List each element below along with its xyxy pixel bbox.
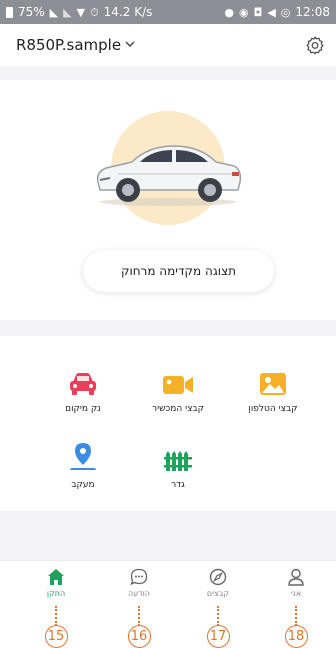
- location-status-icon: ●: [224, 5, 235, 19]
- battery-percent: 75%: [18, 5, 45, 19]
- nav-item-device[interactable]: התקן: [26, 567, 86, 598]
- photo-icon: [260, 373, 286, 395]
- whatsapp-status-icon: ◎: [280, 5, 291, 19]
- callout-marker: 17: [203, 606, 233, 648]
- grid-item-label: גדר: [171, 480, 185, 490]
- signal-icon: ◣: [49, 5, 59, 19]
- message-icon: [130, 568, 148, 586]
- nav-label: התקן: [46, 589, 66, 598]
- grid-item-label: קבצי המכשיר: [151, 404, 205, 414]
- chevron-down-icon: [125, 40, 135, 51]
- video-camera-icon: [163, 376, 193, 394]
- grid-item-tracking[interactable]: מעקב: [38, 438, 128, 498]
- location-pin-icon: [70, 443, 96, 470]
- feature-grid: קבצי הטלפון קבצי המכשיר נק מיקום גדר מעק…: [0, 336, 336, 511]
- settings-button[interactable]: [304, 34, 326, 56]
- callout-marker: 18: [281, 606, 311, 648]
- compass-icon: [209, 568, 227, 586]
- clock: 12:08: [295, 5, 330, 19]
- battery-icon: [6, 6, 13, 18]
- grid-item-label: נק מיקום: [65, 404, 101, 414]
- alarm-icon: ⏱: [90, 5, 99, 19]
- grid-item-label: קבצי הטלפון: [248, 404, 298, 414]
- callout-leader: [55, 606, 57, 626]
- car-icon: [70, 373, 96, 395]
- person-icon: [288, 568, 304, 586]
- gear-icon: [306, 36, 324, 55]
- wifi-icon: ▼: [76, 5, 86, 19]
- status-right: ● ◉ ◘ ◀ ◎ 12:08: [224, 5, 330, 19]
- bottom-spacer: [0, 511, 336, 560]
- nav-item-messages[interactable]: הודעה: [109, 567, 169, 598]
- divider-band: [0, 320, 336, 336]
- app-notification-icon: ◉: [239, 5, 249, 19]
- grid-item-label: מעקב: [71, 480, 95, 490]
- nav-item-files[interactable]: קבצים: [188, 567, 248, 598]
- remote-preview-button[interactable]: תצוגה מקדימה מרחוק: [83, 250, 274, 292]
- home-icon: [48, 569, 64, 585]
- nav-label: אני: [290, 589, 302, 598]
- send-status-icon: ◀: [267, 5, 276, 19]
- device-name-label: R850P.sample: [16, 36, 122, 54]
- signal-muted-icon: ◣: [63, 5, 72, 19]
- grid-item-phone-files[interactable]: קבצי הטלפון: [228, 362, 318, 422]
- car-illustration: [96, 145, 242, 206]
- divider-band: [0, 66, 336, 80]
- app-header: R850P.sample: [0, 24, 336, 66]
- callout-leader: [295, 606, 297, 626]
- grid-item-parking[interactable]: נק מיקום: [38, 362, 128, 422]
- callout-badge: 17: [206, 625, 230, 648]
- callout-badge: 18: [284, 625, 308, 648]
- device-selector[interactable]: R850P.sample: [16, 36, 135, 54]
- callout-leader: [217, 606, 219, 626]
- callout-marker: 15: [41, 606, 71, 648]
- device-hero: תצוגה מקדימה מרחוק: [0, 80, 336, 320]
- callout-badge: 15: [44, 625, 68, 648]
- nav-label: הודעה: [127, 589, 150, 598]
- status-left: 75% ◣ ◣ ▼ ⏱ 14.2 K/s: [6, 5, 152, 19]
- callout-leader: [138, 606, 140, 626]
- status-bar: 75% ◣ ◣ ▼ ⏱ 14.2 K/s ● ◉ ◘ ◀ ◎ 12:08: [0, 0, 336, 24]
- callout-badge: 16: [127, 625, 151, 648]
- grid-item-fence[interactable]: גדר: [133, 438, 223, 498]
- fence-icon: [164, 451, 192, 471]
- nav-item-me[interactable]: אני: [266, 567, 326, 598]
- callout-marker: 16: [124, 606, 154, 648]
- nav-label: קבצים: [206, 589, 230, 598]
- lock-status-icon: ◘: [253, 5, 263, 19]
- grid-item-device-files[interactable]: קבצי המכשיר: [133, 362, 223, 422]
- bottom-nav: אני קבצים הודעה התקן: [0, 560, 336, 608]
- network-speed: 14.2 K/s: [103, 5, 153, 19]
